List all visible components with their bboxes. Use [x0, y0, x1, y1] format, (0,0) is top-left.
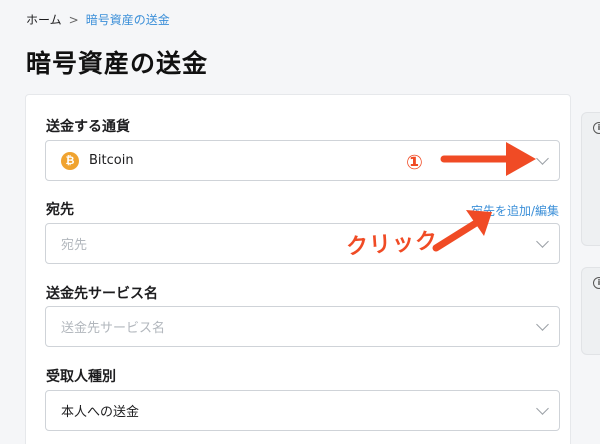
info-panel-bottom: i [581, 267, 600, 355]
destination-placeholder: 宛先 [61, 238, 88, 253]
info-panel-top: i [581, 112, 600, 246]
destination-label: 宛先 [46, 202, 74, 218]
chevron-down-icon [536, 401, 549, 415]
bitcoin-icon: ₿ [61, 151, 79, 170]
breadcrumb-home[interactable]: ホーム [26, 11, 62, 28]
breadcrumb-current: 暗号資産の送金 [85, 13, 170, 27]
info-icon: i [593, 277, 600, 289]
recipient-type-select[interactable]: 本人への送金 [45, 390, 560, 431]
click-annotation: クリック [345, 228, 439, 261]
page-title: 暗号資産の送金 [26, 49, 209, 78]
chevron-down-icon [536, 234, 549, 248]
currency-value: Bitcoin [89, 153, 134, 168]
currency-label: 送金する通貨 [46, 119, 130, 135]
up-right-arrow-annotation [432, 210, 492, 252]
breadcrumb-separator: > [68, 12, 79, 27]
step-number-annotation: ① [406, 150, 423, 174]
recipient-type-value: 本人への送金 [61, 405, 140, 420]
service-name-label: 送金先サービス名 [46, 286, 158, 302]
recipient-type-label: 受取人種別 [46, 369, 116, 385]
service-name-select[interactable]: 送金先サービス名 [45, 306, 560, 347]
info-icon: i [593, 122, 600, 134]
breadcrumb: ホーム > 暗号資産の送金 [26, 11, 170, 28]
right-arrow-annotation [440, 142, 536, 176]
chevron-down-icon [536, 317, 549, 331]
service-name-placeholder: 送金先サービス名 [61, 321, 166, 336]
